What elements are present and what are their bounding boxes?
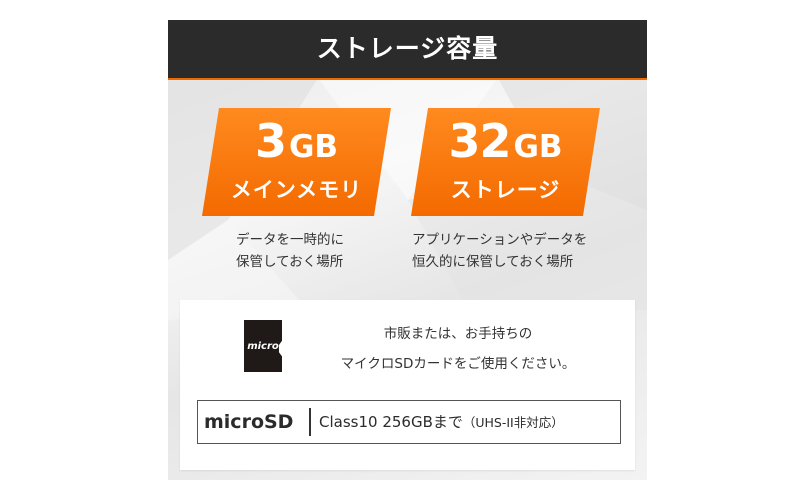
- microsd-info-card: micro 市販または、お手持ちの マイクロSDカードをご使用ください。 mic…: [180, 300, 635, 470]
- storage-description-line: アプリケーションやデータを: [412, 232, 588, 248]
- memory-number: 3: [254, 114, 287, 168]
- storage-capacity: 32GB: [411, 114, 600, 168]
- memory-badge: 3GB メインメモリ: [202, 108, 391, 216]
- storage-number: 32: [448, 114, 511, 168]
- page-title: ストレージ容量: [168, 20, 647, 80]
- microsd-spec-label: microSD: [204, 411, 294, 433]
- microsd-card-icon: micro: [244, 320, 282, 372]
- memory-label: メインメモリ: [230, 178, 363, 202]
- microsd-spec-main: Class10 256GBまで: [319, 413, 463, 431]
- microsd-spec-box: microSD Class10 256GBまで（UHS-II非対応）: [197, 400, 621, 444]
- storage-panel: ストレージ容量 3GB メインメモリ 32GB ストレージ データを一時的に 保…: [168, 20, 647, 480]
- memory-capacity: 3GB: [202, 114, 391, 168]
- memory-unit: GB: [288, 129, 339, 165]
- storage-badge: 32GB ストレージ: [411, 108, 600, 216]
- storage-label: ストレージ: [450, 178, 561, 202]
- spec-divider: [309, 408, 311, 436]
- microsd-message-line: 市販または、お手持ちの: [383, 326, 533, 342]
- storage-description: アプリケーションやデータを 恒久的に保管しておく場所: [412, 229, 622, 273]
- storage-description-line: 恒久的に保管しておく場所: [412, 254, 574, 270]
- microsd-spec-note: （UHS-II非対応）: [462, 415, 564, 430]
- storage-unit: GB: [513, 129, 563, 165]
- microsd-message-line: マイクロSDカードをご使用ください。: [340, 356, 576, 372]
- memory-description: データを一時的に 保管しておく場所: [236, 229, 396, 273]
- microsd-spec-value: Class10 256GBまで（UHS-II非対応）: [319, 401, 564, 443]
- microsd-icon-text: micro: [247, 341, 279, 352]
- microsd-message: 市販または、お手持ちの マイクロSDカードをご使用ください。: [308, 319, 608, 379]
- memory-description-line: データを一時的に: [236, 232, 344, 248]
- memory-description-line: 保管しておく場所: [236, 254, 344, 270]
